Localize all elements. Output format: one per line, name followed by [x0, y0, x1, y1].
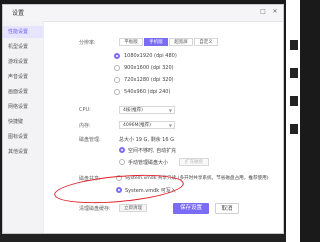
disk-summary: 总大小 19 G, 剩余 16 G: [119, 137, 175, 143]
sidebar-item-sound[interactable]: 声音设置: [3, 71, 43, 83]
cpu-label: CPU:: [79, 107, 91, 113]
sidebar-item-icons[interactable]: 图标设置: [3, 131, 43, 143]
chevron-down-icon: ▼: [168, 123, 172, 128]
resolution-option-1080: 1080x1920 (dpi 480): [124, 53, 177, 59]
memory-select-value: 4096M(推荐): [123, 123, 151, 128]
disk-option-manual: 手动管理磁盘大小: [128, 160, 169, 166]
settings-content: 分辨率: 平板版 手机版 超宽屏 自定义 1080x1920 (dpi 480)…: [44, 21, 283, 233]
memory-select[interactable]: 4096M(推荐) ▼: [119, 121, 175, 129]
cleanup-label: 清理磁盘缓存:: [79, 206, 111, 212]
cpu-select[interactable]: 4核(推荐) ▼: [119, 106, 175, 114]
share-radio-readonly[interactable]: [116, 175, 122, 181]
disk-radio-auto[interactable]: [119, 147, 125, 153]
cancel-button[interactable]: 取消: [215, 203, 239, 214]
resolution-radio-540[interactable]: [114, 89, 120, 95]
resolution-radio-720[interactable]: [114, 77, 120, 83]
tab-ultrawide[interactable]: 超宽屏: [169, 38, 193, 46]
disk-option-auto: 空间不够时, 自动扩充: [128, 148, 177, 154]
cleanup-button[interactable]: 立即清理: [119, 204, 147, 212]
title-bar: 设置 □ ✕: [3, 5, 283, 22]
settings-dialog: 设置 □ ✕ 性能设置 机型设置 游戏设置 声音设置 画面设置 网络设置 快捷键…: [2, 4, 284, 234]
sidebar-item-network[interactable]: 网络设置: [3, 101, 43, 113]
tab-tablet[interactable]: 平板版: [119, 38, 143, 46]
settings-sidebar: 性能设置 机型设置 游戏设置 声音设置 画面设置 网络设置 快捷键 图标设置 其…: [3, 21, 44, 233]
tab-phone[interactable]: 手机版: [144, 38, 168, 46]
memory-label: 内存:: [79, 123, 91, 129]
sidebar-item-shortcuts[interactable]: 快捷键: [3, 116, 43, 128]
resolution-radio-900[interactable]: [114, 65, 120, 71]
sidebar-item-game[interactable]: 游戏设置: [3, 56, 43, 68]
close-icon[interactable]: ✕: [270, 7, 280, 17]
sidebar-item-performance[interactable]: 性能设置: [3, 26, 43, 38]
background-glyph: [290, 40, 298, 50]
background-glyph: [290, 96, 298, 106]
save-button[interactable]: 保存设置: [173, 203, 209, 214]
background-glyph: [290, 124, 298, 134]
resolution-radio-1080[interactable]: [114, 53, 120, 59]
disk-radio-manual[interactable]: [119, 159, 125, 165]
tab-custom[interactable]: 自定义: [194, 38, 218, 46]
sidebar-item-device[interactable]: 机型设置: [3, 41, 43, 53]
background-window-edge: [286, 0, 300, 242]
disk-label: 磁盘管理:: [79, 137, 101, 143]
resolution-option-540: 540x960 (dpi 240): [124, 89, 171, 95]
cpu-select-value: 4核(推荐): [123, 108, 143, 113]
disk-share-label: 磁盘共享:: [79, 176, 101, 182]
resolution-label: 分辨率:: [79, 40, 96, 46]
sidebar-item-other[interactable]: 其他设置: [3, 146, 43, 158]
expand-disk-button[interactable]: 扩充磁盘: [179, 158, 209, 166]
chevron-down-icon: ▼: [168, 108, 172, 113]
share-radio-writable[interactable]: [116, 187, 122, 193]
resolution-option-720: 720x1280 (dpi 320): [124, 77, 174, 83]
background-glyph: [290, 68, 298, 78]
sidebar-item-display[interactable]: 画面设置: [3, 86, 43, 98]
resolution-option-900: 900x1600 (dpi 320): [124, 65, 174, 71]
share-option-writable: System.vmdk 可写入: [125, 188, 176, 194]
share-option-readonly: System.vmdk 共享只读 (多开时共享系统，节省磁盘占用，推荐使用): [125, 176, 269, 181]
maximize-icon[interactable]: □: [258, 7, 268, 17]
dialog-title: 设置: [12, 10, 25, 17]
